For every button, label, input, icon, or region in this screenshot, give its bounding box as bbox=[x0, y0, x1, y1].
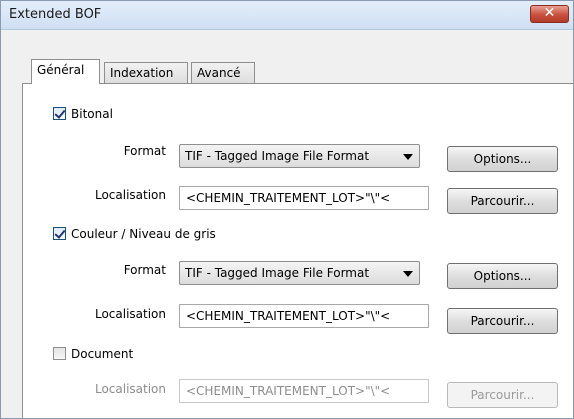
document-location-label: Localisation bbox=[94, 382, 166, 396]
bitonal-browse-button[interactable]: Parcourir... bbox=[447, 188, 558, 214]
title-bar[interactable]: Extended BOF ✕ bbox=[1, 1, 573, 30]
chevron-down-icon bbox=[403, 271, 413, 277]
document-location-input: <CHEMIN_TRAITEMENT_LOT>"\"< bbox=[179, 379, 429, 403]
document-label: Document bbox=[71, 347, 134, 361]
tab-indexation[interactable]: Indexation bbox=[104, 62, 188, 84]
color-options-button[interactable]: Options... bbox=[447, 263, 558, 289]
close-icon: ✕ bbox=[543, 5, 556, 21]
chevron-down-icon bbox=[403, 154, 413, 160]
color-location-input[interactable]: <CHEMIN_TRAITEMENT_LOT>"\"< bbox=[179, 304, 429, 328]
window-title: Extended BOF bbox=[9, 7, 102, 22]
bitonal-format-select[interactable]: TIF - Tagged Image File Format bbox=[179, 144, 420, 168]
tab-general[interactable]: Général bbox=[31, 59, 100, 84]
bitonal-label: Bitonal bbox=[71, 107, 113, 121]
color-label: Couleur / Niveau de gris bbox=[71, 227, 216, 241]
color-format-value: TIF - Tagged Image File Format bbox=[185, 266, 370, 280]
document-browse-button: Parcourir... bbox=[447, 382, 558, 408]
bitonal-location-value: <CHEMIN_TRAITEMENT_LOT>"\"< bbox=[186, 191, 391, 205]
tab-general-label: Général bbox=[37, 63, 85, 77]
document-location-value: <CHEMIN_TRAITEMENT_LOT>"\"< bbox=[186, 384, 391, 398]
bitonal-format-label: Format bbox=[123, 144, 166, 158]
close-button[interactable]: ✕ bbox=[530, 5, 569, 23]
color-format-select[interactable]: TIF - Tagged Image File Format bbox=[179, 261, 420, 285]
bitonal-location-input[interactable]: <CHEMIN_TRAITEMENT_LOT>"\"< bbox=[179, 186, 429, 210]
color-checkbox[interactable] bbox=[53, 227, 66, 240]
bitonal-location-label: Localisation bbox=[94, 188, 166, 202]
color-format-label: Format bbox=[123, 263, 166, 277]
tab-panel-general bbox=[22, 83, 573, 418]
color-location-label: Localisation bbox=[94, 307, 166, 321]
document-checkbox[interactable] bbox=[53, 347, 66, 360]
color-location-value: <CHEMIN_TRAITEMENT_LOT>"\"< bbox=[186, 309, 391, 323]
tab-avance[interactable]: Avancé bbox=[191, 62, 255, 84]
bitonal-format-value: TIF - Tagged Image File Format bbox=[185, 149, 370, 163]
bitonal-checkbox[interactable] bbox=[53, 107, 66, 120]
bitonal-options-button[interactable]: Options... bbox=[447, 146, 558, 172]
dialog-window: Extended BOF ✕ Général Indexation Avancé… bbox=[0, 0, 574, 419]
color-browse-button[interactable]: Parcourir... bbox=[447, 308, 558, 334]
tab-indexation-label: Indexation bbox=[110, 66, 174, 80]
tab-avance-label: Avancé bbox=[197, 66, 241, 80]
